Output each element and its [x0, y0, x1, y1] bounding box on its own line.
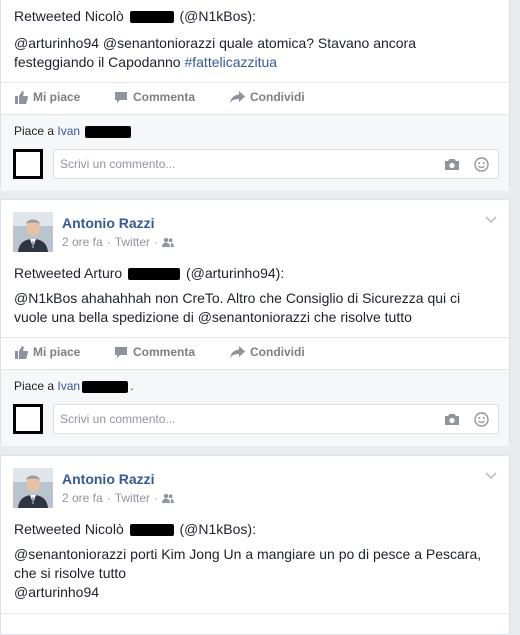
share-button[interactable]: Condividi — [230, 90, 305, 104]
share-button[interactable]: Condividi — [230, 345, 305, 359]
comment-composer — [11, 149, 499, 181]
retweet-handle: (@N1kBos): — [179, 8, 256, 24]
post-text-mention: @arturinho94 — [14, 584, 100, 600]
post-time-link[interactable]: 2 ore fa — [62, 235, 103, 249]
thumbs-up-icon — [15, 90, 28, 104]
redacted-surname — [82, 380, 129, 393]
comment-field[interactable] — [53, 404, 499, 434]
chevron-down-icon[interactable] — [485, 472, 497, 480]
comment-button[interactable]: Commenta — [114, 90, 195, 104]
meta-separator: · — [106, 235, 111, 249]
like-label: Mi piace — [33, 90, 81, 104]
post-source: Twitter — [114, 491, 151, 505]
post-meta: 2 ore fa · Twitter · — [62, 491, 175, 505]
author-avatar[interactable] — [13, 212, 53, 252]
likes-and-comments: Piace a Ivan — [1, 114, 509, 191]
retweet-line: Retweeted Arturo (@arturinho94): — [14, 265, 284, 281]
likes-suffix: . — [130, 379, 134, 393]
retweet-prefix: Retweeted Nicolò — [14, 8, 124, 24]
like-button[interactable]: Mi piace — [14, 345, 80, 359]
post-text: @N1kBos ahahahhah non CreTo. Altro che C… — [14, 290, 461, 325]
post-card-1: Retweeted Nicolò (@N1kBos): @arturinho94… — [0, 0, 510, 191]
post-text-line: @senantoniorazzi porti Kim Jong Un a man… — [14, 546, 482, 581]
profile-photo-icon — [13, 212, 53, 252]
redacted-surname — [85, 125, 132, 138]
author-name-link[interactable]: Antonio Razzi — [62, 215, 155, 231]
smiley-icon[interactable] — [474, 412, 489, 427]
retweet-handle: (@N1kBos): — [179, 521, 256, 537]
post-text: @arturinho94 @senantoniorazzi quale atom… — [14, 34, 484, 72]
chevron-down-icon[interactable] — [485, 216, 497, 224]
comment-label: Commenta — [133, 345, 196, 359]
share-arrow-icon — [230, 345, 245, 358]
likes-and-comments: Piace a Ivan. — [1, 369, 509, 446]
share-label: Condividi — [250, 345, 305, 359]
liker-name-link[interactable]: Ivan — [57, 379, 80, 393]
post-actions: Mi piace Commenta Condividi — [1, 82, 509, 114]
comment-label: Commenta — [133, 90, 196, 104]
likes-prefix: Piace a — [14, 124, 55, 138]
post-card-2: Antonio Razzi 2 ore fa · Twitter · Retwe… — [0, 199, 510, 446]
friends-icon[interactable] — [162, 237, 175, 247]
retweet-prefix: Retweeted Arturo — [14, 265, 123, 281]
camera-icon[interactable] — [444, 158, 460, 171]
redacted-surname — [129, 11, 174, 24]
thumbs-up-icon — [15, 345, 28, 359]
like-label: Mi piace — [33, 345, 81, 359]
meta-separator: · — [106, 491, 111, 505]
hashtag-link[interactable]: #fattelicazzitua — [184, 54, 277, 70]
speech-bubble-icon — [115, 346, 127, 358]
redacted-surname — [129, 524, 174, 537]
friends-icon[interactable] — [162, 493, 175, 503]
post-meta: 2 ore fa · Twitter · — [62, 235, 175, 249]
share-label: Condividi — [250, 90, 305, 104]
retweet-prefix: Retweeted Nicolò — [14, 521, 124, 537]
retweet-line: Retweeted Nicolò (@N1kBos): — [14, 521, 256, 537]
smiley-icon[interactable] — [474, 157, 489, 172]
post-actions-divider — [1, 613, 509, 614]
speech-bubble-icon — [115, 91, 127, 103]
like-button[interactable]: Mi piace — [14, 90, 80, 104]
post-card-3: Antonio Razzi 2 ore fa · Twitter · Retwe… — [0, 455, 510, 635]
likes-summary: Piace a Ivan. — [14, 379, 133, 393]
comment-button[interactable]: Commenta — [114, 345, 195, 359]
redacted-surname — [128, 268, 181, 281]
comment-field[interactable] — [53, 149, 499, 179]
meta-separator: · — [154, 235, 159, 249]
likes-prefix: Piace a — [14, 379, 55, 393]
post-actions: Mi piace Commenta Condividi — [1, 337, 509, 369]
share-arrow-icon — [230, 90, 245, 103]
post-text: @senantoniorazzi porti Kim Jong Un a man… — [14, 545, 484, 602]
avatar — [13, 404, 43, 434]
post-source: Twitter — [114, 235, 151, 249]
comment-input[interactable] — [60, 157, 420, 171]
author-avatar[interactable] — [13, 468, 53, 508]
liker-name-link[interactable]: Ivan — [57, 124, 80, 138]
camera-icon[interactable] — [444, 413, 460, 426]
post-time-link[interactable]: 2 ore fa — [62, 491, 103, 505]
retweet-line: Retweeted Nicolò (@N1kBos): — [14, 8, 256, 24]
comment-input[interactable] — [60, 412, 420, 426]
comment-composer — [11, 404, 499, 436]
author-name-link[interactable]: Antonio Razzi — [62, 471, 155, 487]
meta-separator: · — [154, 491, 159, 505]
avatar — [13, 149, 43, 179]
profile-photo-icon — [13, 468, 53, 508]
likes-summary: Piace a Ivan — [14, 124, 133, 138]
retweet-handle: (@arturinho94): — [185, 265, 285, 281]
